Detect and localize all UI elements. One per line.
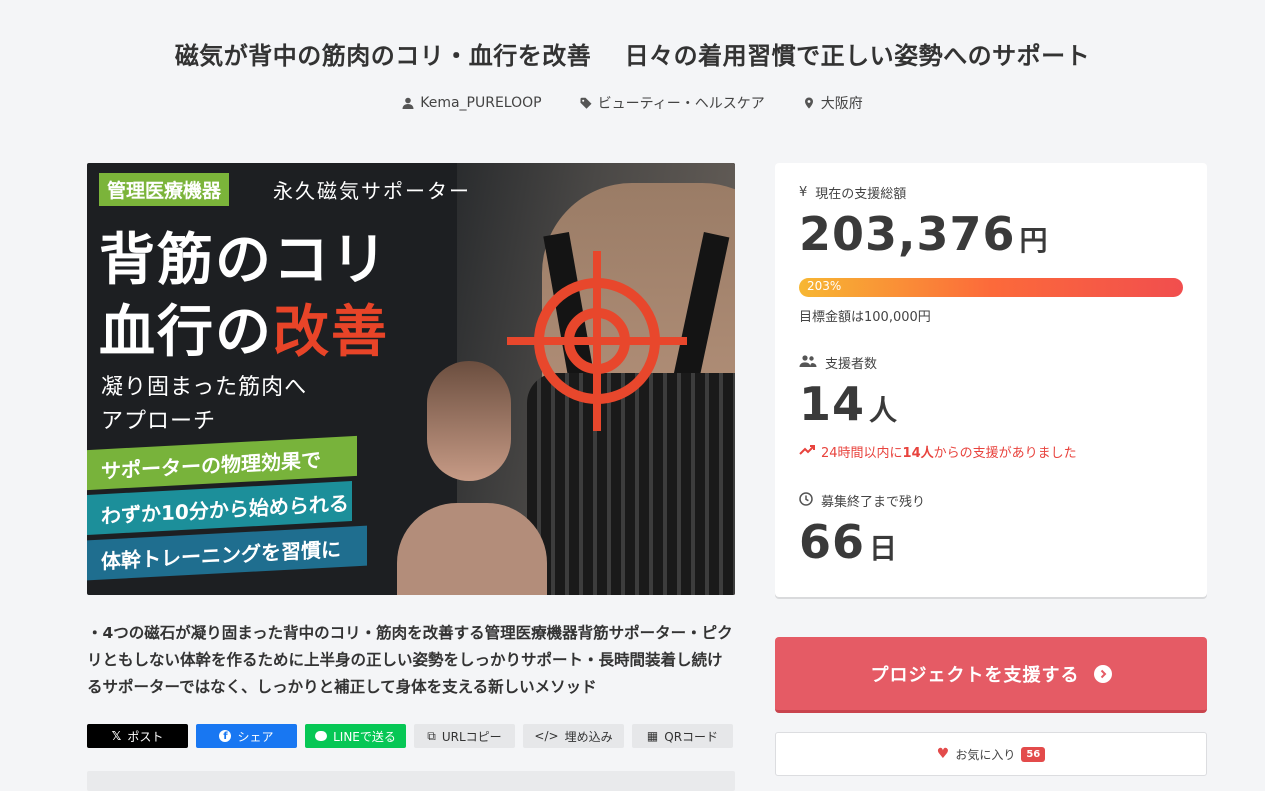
x-icon: 𝕏 — [111, 729, 122, 743]
trending-up-icon — [799, 444, 815, 459]
embed-button[interactable]: </> 埋め込み — [523, 724, 624, 748]
crosshair-icon — [507, 251, 687, 431]
hero-band-2: わずか10分から始められる — [87, 481, 352, 535]
facebook-icon: f — [219, 730, 232, 742]
support-project-button[interactable]: プロジェクトを支援する — [775, 637, 1207, 713]
project-hero-image: 管理医療機器 永久磁気サポーター 背筋のコリ 血行の改善 凝り固まった筋肉へ ア… — [87, 163, 735, 595]
project-description: ・4つの磁石が凝り固まった背中のコリ・筋肉を改善する管理医療機器背筋サポーター・… — [87, 624, 733, 696]
goal-amount: 目標金額は100,000円 — [799, 310, 931, 325]
owner-link[interactable]: Kema_PURELOOP — [402, 93, 542, 113]
line-share-button[interactable]: LINEで送る — [305, 724, 406, 748]
qr-icon: ▦ — [646, 729, 659, 743]
heart-icon: ♥ — [936, 746, 950, 762]
recent-support-notice: 24時間以内に14人からの支援がありました — [799, 442, 1077, 461]
owner-name: Kema_PURELOOP — [420, 95, 542, 111]
backers-count: 14 人 — [799, 377, 899, 431]
funding-progress-bar: 203% — [799, 278, 1183, 297]
favorite-button[interactable]: ♥ お気に入り 56 — [775, 732, 1207, 776]
hero-tag: 管理医療機器 — [99, 173, 230, 206]
category-link[interactable]: ビューティー・ヘルスケア — [580, 93, 765, 113]
user-icon — [402, 97, 414, 109]
woman-figure — [397, 503, 547, 595]
favorite-count-badge: 56 — [1021, 746, 1046, 762]
line-icon — [315, 731, 328, 741]
funding-stats-panel: ¥ 現在の支援総額 203,376 円 203% 目標金額は100,000円 支援… — [775, 163, 1207, 597]
hero-sub-1: 凝り固まった筋肉へ — [101, 375, 308, 400]
content-box — [87, 771, 735, 791]
map-pin-icon — [804, 97, 813, 109]
project-title: 磁気が背中の筋肉のコリ・血行を改善 日々の着用習慣で正しい姿勢へのサポート — [174, 42, 1091, 70]
total-amount: 203,376 円 — [799, 207, 1049, 261]
hero-band-3: 体幹トレーニングを習慣に — [87, 525, 367, 581]
location-name: 大阪府 — [820, 96, 863, 112]
hero-headline-1: 背筋のコリ — [99, 227, 389, 293]
progress-percent: 203% — [807, 279, 842, 293]
share-buttons: 𝕏 ポスト f シェア LINEで送る ⧉ URLコピー </> 埋め込み ▦ … — [87, 724, 733, 748]
x-post-button[interactable]: 𝕏 ポスト — [87, 724, 188, 748]
days-remaining: 66 日 — [799, 515, 899, 569]
hero-tag-secondary: 永久磁気サポーター — [273, 179, 471, 203]
clock-icon — [799, 491, 813, 510]
backers-label-row: 支援者数 — [799, 353, 877, 372]
hero-headline-2: 血行の改善 — [99, 299, 389, 365]
facebook-share-button[interactable]: f シェア — [196, 724, 297, 748]
qr-code-button[interactable]: ▦ QRコード — [632, 724, 733, 748]
category-name: ビューティー・ヘルスケア — [597, 96, 765, 112]
tag-icon — [580, 97, 592, 109]
remaining-label-row: 募集終了まで残り — [799, 491, 925, 510]
code-icon: </> — [534, 729, 559, 743]
hero-sub-2: アプローチ — [101, 409, 217, 434]
users-icon — [799, 354, 817, 371]
chevron-right-icon — [1093, 664, 1112, 683]
location-link[interactable]: 大阪府 — [803, 93, 863, 113]
yen-icon: ¥ — [799, 185, 808, 200]
total-label-row: ¥ 現在の支援総額 — [799, 185, 907, 202]
project-meta: Kema_PURELOOP ビューティー・ヘルスケア 大阪府 — [0, 93, 1265, 113]
url-copy-button[interactable]: ⧉ URLコピー — [414, 724, 515, 748]
copy-icon: ⧉ — [427, 728, 436, 743]
